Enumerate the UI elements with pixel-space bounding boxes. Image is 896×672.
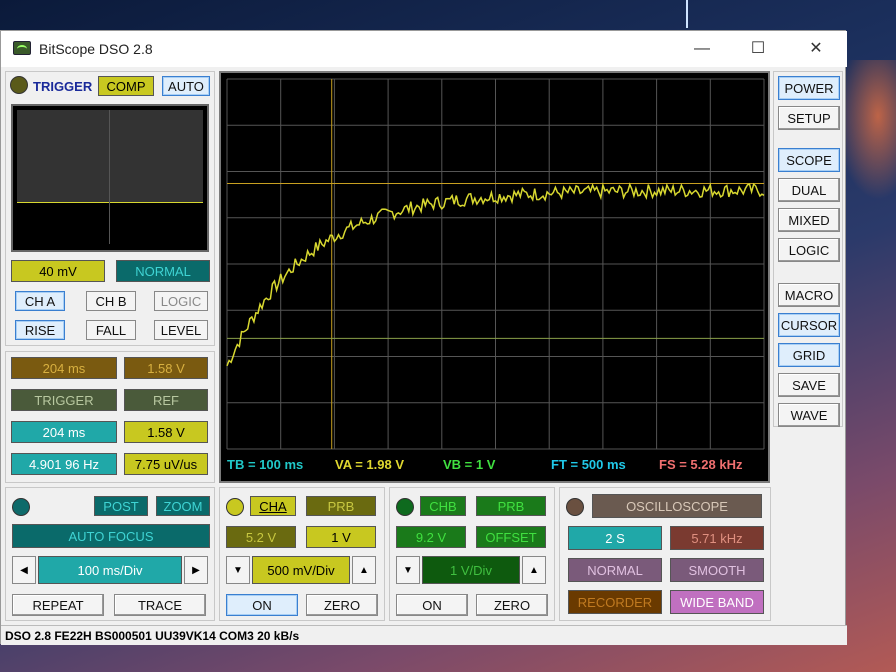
level-button[interactable]: LEVEL: [154, 320, 208, 340]
osc-normal-button[interactable]: NORMAL: [568, 558, 662, 582]
rise-button[interactable]: RISE: [15, 320, 65, 340]
osc-s-value[interactable]: 2 S: [568, 526, 662, 550]
trigger-level-value[interactable]: 40 mV: [11, 260, 105, 282]
cursor-frequency: 4.901 96 Hz: [11, 453, 117, 475]
window-title: BitScope DSO 2.8: [39, 41, 153, 57]
autofocus-button[interactable]: AUTO FOCUS: [12, 524, 210, 548]
cha-volts-div[interactable]: 500 mV/Div: [252, 556, 350, 584]
trigger-cha-button[interactable]: CH A: [15, 291, 65, 311]
chb-offset[interactable]: 9.2 V: [396, 526, 466, 548]
setup-button[interactable]: SETUP: [778, 106, 840, 130]
trigger-logic-button[interactable]: LOGIC: [154, 291, 208, 311]
mode-panel: POWER SETUP SCOPE DUAL MIXED LOGIC MACRO…: [773, 71, 843, 427]
oscilloscope-button[interactable]: OSCILLOSCOPE: [592, 494, 762, 518]
oscilloscope-panel: OSCILLOSCOPE 2 S 5.71 kHz NORMAL SMOOTH …: [559, 487, 771, 621]
cha-probe-value[interactable]: 1 V: [306, 526, 376, 548]
timebase-panel: POST ZOOM AUTO FOCUS ◀ 100 ms/Div ▶ REPE…: [5, 487, 215, 621]
cursor-button[interactable]: CURSOR: [778, 313, 840, 337]
title-bar: BitScope DSO 2.8 — ☐ ✕: [1, 31, 847, 67]
trace-button[interactable]: TRACE: [114, 594, 206, 616]
trigger-label: TRIGGER: [33, 79, 93, 94]
app-window: BitScope DSO 2.8 — ☐ ✕ TRIGGER COMP AUTO…: [0, 30, 847, 645]
readout-ft: FT = 500 ms: [551, 457, 626, 472]
readout-tb: TB = 100 ms: [227, 457, 304, 472]
app-icon: [13, 41, 31, 55]
cha-button[interactable]: CHA: [250, 496, 296, 516]
cursor-time-2: 204 ms: [11, 421, 117, 443]
macro-button[interactable]: MACRO: [778, 283, 840, 307]
cha-decrease-button[interactable]: ▼: [226, 556, 250, 584]
trigger-preview: [11, 104, 209, 252]
dual-button[interactable]: DUAL: [778, 178, 840, 202]
cha-on-button[interactable]: ON: [226, 594, 298, 616]
mixed-button[interactable]: MIXED: [778, 208, 840, 232]
wave-button[interactable]: WAVE: [778, 403, 840, 427]
triangle-right-icon: ▶: [192, 564, 200, 576]
post-button[interactable]: POST: [94, 496, 148, 516]
fall-button[interactable]: FALL: [86, 320, 136, 340]
scope-button[interactable]: SCOPE: [778, 148, 840, 172]
timebase-value[interactable]: 100 ms/Div: [38, 556, 182, 584]
cursor-time: 204 ms: [11, 357, 117, 379]
triangle-up-icon: ▲: [529, 564, 539, 576]
minimize-button[interactable]: —: [687, 37, 717, 61]
timebase-increase-button[interactable]: ▶: [184, 556, 208, 584]
triangle-down-icon: ▼: [233, 564, 243, 576]
readout-fs: FS = 5.28 kHz: [659, 457, 743, 472]
status-bar: DSO 2.8 FE22H BS000501 UU39VK14 COM3 20 …: [1, 625, 847, 645]
osc-led: [566, 498, 584, 516]
osc-recorder-button[interactable]: RECORDER: [568, 590, 662, 614]
close-button[interactable]: ✕: [801, 37, 831, 61]
repeat-button[interactable]: REPEAT: [12, 594, 104, 616]
power-button[interactable]: POWER: [778, 76, 840, 100]
chb-increase-button[interactable]: ▲: [522, 556, 546, 584]
chb-prb-button[interactable]: PRB: [476, 496, 546, 516]
cha-offset[interactable]: 5.2 V: [226, 526, 296, 548]
triangle-down-icon: ▼: [403, 564, 413, 576]
timebase-led: [12, 498, 30, 516]
trigger-led: [10, 76, 28, 94]
save-button[interactable]: SAVE: [778, 373, 840, 397]
timebase-decrease-button[interactable]: ◀: [12, 556, 36, 584]
cursor-volts: 1.58 V: [124, 357, 208, 379]
osc-rate[interactable]: 5.71 kHz: [670, 526, 764, 550]
chb-panel: CHB PRB 9.2 V OFFSET ▼ 1 V/Div ▲ ON ZERO: [389, 487, 555, 621]
cursor-slew: 7.75 uV/us: [124, 453, 208, 475]
trigger-mode[interactable]: NORMAL: [116, 260, 210, 282]
chb-on-button[interactable]: ON: [396, 594, 468, 616]
triangle-left-icon: ◀: [20, 564, 28, 576]
cursor-volts-2: 1.58 V: [124, 421, 208, 443]
chb-offset-button[interactable]: OFFSET: [476, 526, 546, 548]
grid-button[interactable]: GRID: [778, 343, 840, 367]
cha-zero-button[interactable]: ZERO: [306, 594, 378, 616]
triangle-up-icon: ▲: [359, 564, 369, 576]
trigger-panel: TRIGGER COMP AUTO 40 mV NORMAL CH A CH B…: [5, 71, 215, 346]
auto-button[interactable]: AUTO: [162, 76, 210, 96]
readout-vb: VB = 1 V: [443, 457, 496, 472]
logic-mode-button[interactable]: LOGIC: [778, 238, 840, 262]
cursor-panel: 204 ms 1.58 V TRIGGER REF 204 ms 1.58 V …: [5, 351, 215, 483]
cursor-ref[interactable]: REF: [124, 389, 208, 411]
chb-zero-button[interactable]: ZERO: [476, 594, 548, 616]
scope-plot: [226, 78, 765, 450]
desktop-line: [686, 0, 688, 28]
scope-display[interactable]: TB = 100 ms VA = 1.98 V VB = 1 V FT = 50…: [219, 71, 770, 483]
cha-increase-button[interactable]: ▲: [352, 556, 376, 584]
readout-va: VA = 1.98 V: [335, 457, 405, 472]
chb-button[interactable]: CHB: [420, 496, 466, 516]
cha-led: [226, 498, 244, 516]
cha-panel: CHA PRB 5.2 V 1 V ▼ 500 mV/Div ▲ ON ZERO: [219, 487, 385, 621]
osc-wideband-button[interactable]: WIDE BAND: [670, 590, 764, 614]
zoom-button[interactable]: ZOOM: [156, 496, 210, 516]
osc-smooth-button[interactable]: SMOOTH: [670, 558, 764, 582]
comp-button[interactable]: COMP: [98, 76, 154, 96]
cha-prb-button[interactable]: PRB: [306, 496, 376, 516]
maximize-button[interactable]: ☐: [743, 37, 773, 61]
cursor-trigger[interactable]: TRIGGER: [11, 389, 117, 411]
chb-decrease-button[interactable]: ▼: [396, 556, 420, 584]
chb-volts-div[interactable]: 1 V/Div: [422, 556, 520, 584]
chb-led: [396, 498, 414, 516]
trigger-chb-button[interactable]: CH B: [86, 291, 136, 311]
